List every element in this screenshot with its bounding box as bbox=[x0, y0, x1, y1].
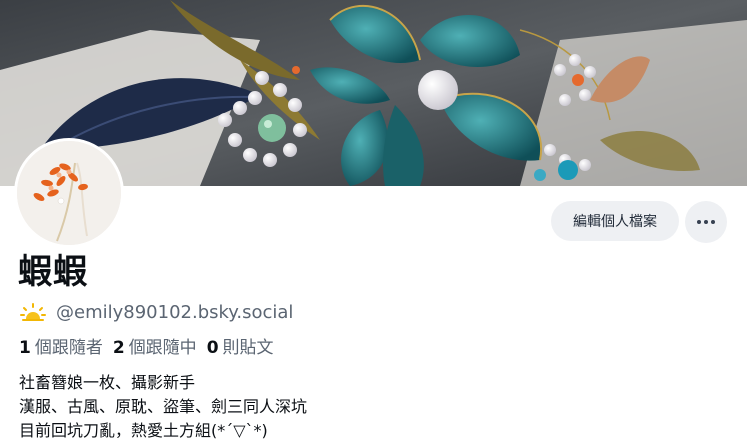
following-label: 個跟隨中 bbox=[128, 338, 197, 358]
followers-stat[interactable]: 1 個跟隨者 bbox=[19, 333, 103, 358]
posts-count: 0 bbox=[206, 338, 219, 358]
bio-line: 社畜簪娘一枚、攝影新手 bbox=[19, 373, 196, 392]
edit-profile-button[interactable]: 編輯個人檔案 bbox=[551, 201, 679, 241]
bio-line: 漢服、古風、原耽、盜筆、劍三同人深坑 bbox=[19, 397, 308, 416]
followers-label: 個跟隨者 bbox=[34, 338, 103, 358]
edit-profile-label: 編輯個人檔案 bbox=[573, 214, 657, 230]
sun-cloud-emoji-icon bbox=[20, 303, 46, 321]
display-name: 蝦蝦 bbox=[18, 252, 88, 292]
profile-stats: 1 個跟隨者 2 個跟隨中 0 則貼文 bbox=[19, 333, 284, 358]
following-count: 2 bbox=[112, 338, 125, 358]
followers-count: 1 bbox=[19, 338, 31, 358]
posts-label: 則貼文 bbox=[222, 338, 274, 358]
following-stat[interactable]: 2 個跟隨中 bbox=[113, 333, 197, 358]
handle-row: @emily890102.bsky.social bbox=[20, 300, 293, 324]
more-options-button[interactable] bbox=[685, 201, 727, 243]
more-dots-icon bbox=[697, 220, 715, 224]
avatar-image bbox=[17, 141, 121, 245]
handle-text: @emily890102.bsky.social bbox=[56, 301, 294, 323]
profile-bio: 社畜簪娘一枚、攝影新手 漢服、古風、原耽、盜筆、劍三同人深坑 目前回坑刀亂，熱愛… bbox=[19, 371, 307, 443]
avatar[interactable] bbox=[14, 138, 124, 248]
posts-stat: 0 則貼文 bbox=[207, 333, 274, 358]
bio-line: 目前回坑刀亂，熱愛土方組(*´▽`*) bbox=[19, 421, 268, 440]
